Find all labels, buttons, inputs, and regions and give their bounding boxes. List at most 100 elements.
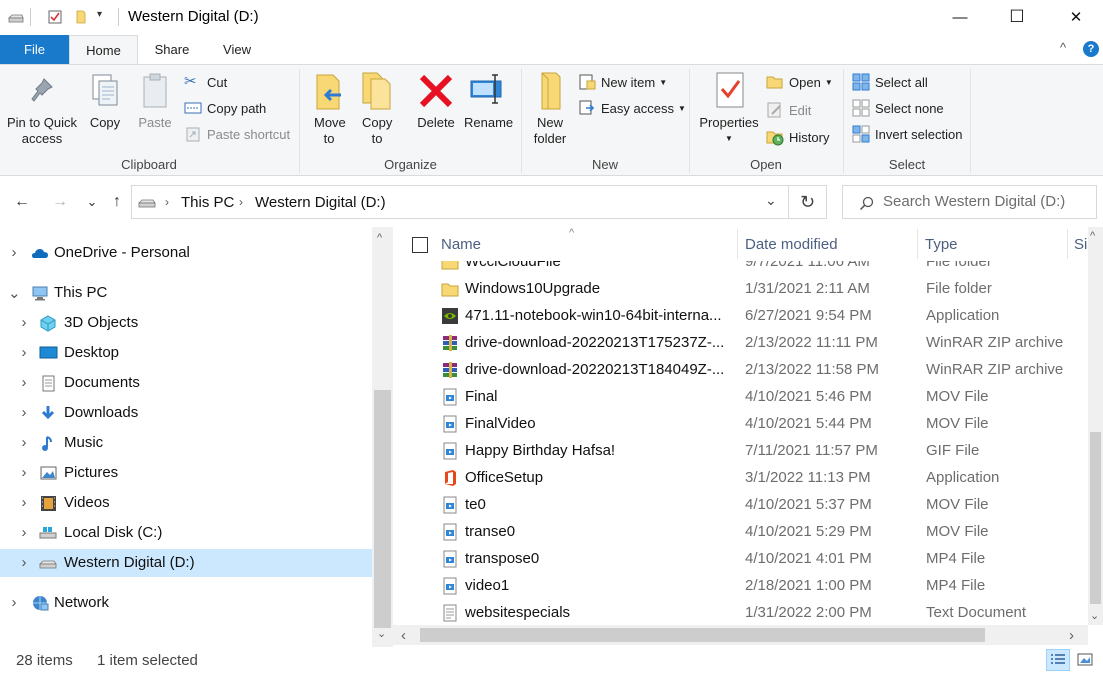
details-view-button[interactable]	[1046, 649, 1070, 671]
file-row[interactable]: OfficeSetup 3/1/2022 11:13 PM Application	[393, 464, 1088, 491]
pin-to-quick-access-button[interactable]: Pin to Quick access	[4, 69, 80, 147]
chevron-right-icon[interactable]: ›	[18, 494, 30, 511]
select-all-checkbox[interactable]	[412, 237, 428, 253]
file-list-vertical-scrollbar[interactable]: ^ ⌄	[1088, 227, 1103, 625]
tab-view[interactable]: View	[208, 35, 266, 64]
maximize-button[interactable]: ☐	[994, 0, 1040, 34]
select-none-button[interactable]: Select none	[852, 97, 944, 119]
scroll-left-arrow[interactable]: ‹	[401, 627, 406, 644]
nav-item-western-digital-d[interactable]: › Western Digital (D:)	[0, 549, 372, 577]
quick-access-customize-icon[interactable]: ▾	[97, 9, 102, 20]
breadcrumb-this-pc[interactable]: This PC	[181, 194, 234, 211]
minimize-button[interactable]: —	[937, 0, 983, 34]
edit-button[interactable]: Edit	[766, 99, 811, 121]
close-button[interactable]: ✕	[1053, 0, 1099, 34]
tab-home[interactable]: Home	[69, 35, 138, 65]
drive-icon[interactable]	[8, 9, 24, 25]
breadcrumb-western-digital[interactable]: Western Digital (D:)	[255, 194, 386, 211]
properties-check-icon[interactable]	[47, 9, 63, 25]
nav-item-3d-objects[interactable]: › 3D Objects	[0, 309, 372, 337]
file-row[interactable]: Final 4/10/2021 5:46 PM MOV File	[393, 383, 1088, 410]
new-folder-button[interactable]: New folder	[530, 69, 570, 147]
file-row[interactable]: 471.11-notebook-win10-64bit-interna... 6/…	[393, 302, 1088, 329]
address-dropdown-icon[interactable]: ⌄	[765, 192, 777, 209]
move-to-button[interactable]: Move to	[308, 69, 350, 147]
column-header-type[interactable]: Type	[925, 236, 958, 253]
search-input[interactable]	[883, 193, 1088, 210]
column-header-size[interactable]: Si	[1074, 236, 1087, 253]
easy-access-button[interactable]: Easy access ▼	[578, 97, 686, 119]
scrollbar-thumb[interactable]	[420, 628, 985, 642]
new-folder-icon[interactable]	[73, 9, 89, 25]
file-row[interactable]: drive-download-20220213T175237Z-... 2/13/…	[393, 329, 1088, 356]
rename-button[interactable]: Rename	[464, 69, 513, 131]
column-divider[interactable]	[917, 229, 918, 259]
refresh-button[interactable]: ↻	[789, 185, 827, 219]
nav-item-videos[interactable]: › Videos	[0, 489, 372, 517]
chevron-down-icon[interactable]: ⌄	[8, 284, 21, 302]
file-row[interactable]: transpose0 4/10/2021 4:01 PM MP4 File	[393, 545, 1088, 572]
file-row[interactable]: Happy Birthday Hafsa! 7/11/2021 11:57 PM G…	[393, 437, 1088, 464]
help-icon[interactable]: ?	[1083, 41, 1099, 57]
chevron-right-icon[interactable]: ›	[18, 524, 30, 541]
nav-item-onedrive-personal[interactable]: › OneDrive - Personal	[0, 239, 372, 267]
scroll-down-arrow[interactable]: ⌄	[1090, 609, 1099, 622]
chevron-right-icon[interactable]: ›	[18, 404, 30, 421]
nav-item-pictures[interactable]: › Pictures	[0, 459, 372, 487]
file-row[interactable]: drive-download-20220213T184049Z-... 2/13/…	[393, 356, 1088, 383]
column-header-date-modified[interactable]: Date modified	[745, 236, 838, 253]
column-divider[interactable]	[737, 229, 738, 259]
history-button[interactable]: History	[766, 126, 829, 148]
search-box[interactable]	[842, 185, 1097, 219]
file-row[interactable]: websitespecials 1/31/2022 2:00 PM Text Doc…	[393, 599, 1088, 625]
copy-button[interactable]: Copy	[84, 69, 126, 131]
chevron-right-icon[interactable]: ›	[18, 314, 30, 331]
paste-button[interactable]: Paste	[132, 69, 178, 131]
recent-locations-button[interactable]: ⌄	[82, 192, 102, 212]
nav-item-documents[interactable]: › Documents	[0, 369, 372, 397]
scroll-down-arrow[interactable]: ⌄	[377, 627, 386, 640]
address-bar[interactable]: › This PC › Western Digital (D:) ⌄	[131, 185, 789, 219]
nav-item-downloads[interactable]: › Downloads	[0, 399, 372, 427]
nav-item-network[interactable]: › Network	[0, 589, 372, 617]
up-button[interactable]: ↑	[107, 192, 127, 212]
scrollbar-thumb[interactable]	[374, 390, 391, 628]
tab-file[interactable]: File	[0, 35, 69, 64]
file-row[interactable]: Windows10Upgrade 1/31/2021 2:11 AM File fo…	[393, 275, 1088, 302]
properties-button[interactable]: Properties ▼	[696, 69, 762, 147]
invert-selection-button[interactable]: Invert selection	[852, 123, 962, 145]
breadcrumb-separator[interactable]: ›	[239, 195, 243, 209]
file-row[interactable]: video1 2/18/2021 1:00 PM MP4 File	[393, 572, 1088, 599]
file-row[interactable]: te0 4/10/2021 5:37 PM MOV File	[393, 491, 1088, 518]
chevron-right-icon[interactable]: ›	[18, 554, 30, 571]
scroll-up-arrow[interactable]: ^	[377, 232, 382, 244]
nav-item-local-disk-c[interactable]: › Local Disk (C:)	[0, 519, 372, 547]
nav-item-music[interactable]: › Music	[0, 429, 372, 457]
chevron-right-icon[interactable]: ›	[18, 344, 30, 361]
scrollbar-thumb[interactable]	[1090, 432, 1101, 604]
delete-button[interactable]: Delete	[414, 69, 458, 131]
open-button[interactable]: Open ▼	[766, 71, 833, 93]
chevron-right-icon[interactable]: ›	[8, 244, 20, 261]
tab-share[interactable]: Share	[142, 35, 202, 64]
cut-button[interactable]: ✂ Cut	[184, 71, 227, 93]
file-row[interactable]: transe0 4/10/2021 5:29 PM MOV File	[393, 518, 1088, 545]
scroll-right-arrow[interactable]: ›	[1069, 627, 1074, 644]
navigation-pane-scrollbar[interactable]: ^ ⌄	[372, 227, 393, 647]
chevron-right-icon[interactable]: ›	[18, 434, 30, 451]
paste-shortcut-button[interactable]: Paste shortcut	[184, 123, 290, 145]
collapse-ribbon-icon[interactable]: ^	[1060, 40, 1066, 55]
column-divider[interactable]	[1067, 229, 1068, 259]
nav-item-this-pc[interactable]: ⌄ This PC	[0, 279, 372, 307]
breadcrumb-separator[interactable]: ›	[165, 195, 169, 209]
new-item-button[interactable]: New item ▼	[578, 71, 667, 93]
nav-item-desktop[interactable]: › Desktop	[0, 339, 372, 367]
copy-path-button[interactable]: Copy path	[184, 97, 266, 119]
back-button[interactable]: ←	[12, 192, 32, 212]
copy-to-button[interactable]: Copy to	[356, 69, 398, 147]
column-header-name[interactable]: Name	[441, 236, 481, 253]
file-row[interactable]: FinalVideo 4/10/2021 5:44 PM MOV File	[393, 410, 1088, 437]
scroll-up-arrow[interactable]: ^	[1090, 230, 1095, 242]
chevron-right-icon[interactable]: ›	[18, 374, 30, 391]
file-list-horizontal-scrollbar[interactable]: ‹ ›	[393, 625, 1088, 645]
